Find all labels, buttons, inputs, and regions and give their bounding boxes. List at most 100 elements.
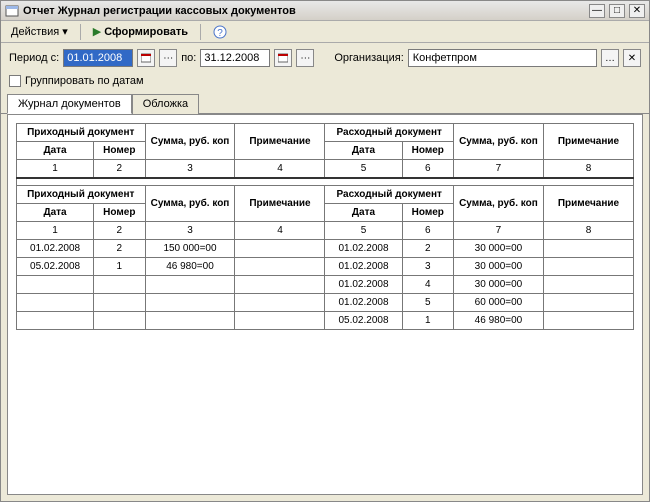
header-in-number: Номер bbox=[94, 142, 145, 160]
cell-out-num: 3 bbox=[402, 258, 453, 276]
colnum: 7 bbox=[453, 160, 543, 179]
filter-bar: Период с: ⋯ по: ⋯ Организация: … ✕ bbox=[1, 43, 649, 73]
header-outgoing-doc: Расходный документ bbox=[325, 124, 454, 142]
cell-in-num: 2 bbox=[94, 240, 145, 258]
org-label: Организация: bbox=[334, 52, 403, 64]
tab-bar: Журнал документов Обложка bbox=[1, 93, 649, 114]
header-in-date: Дата bbox=[17, 142, 94, 160]
table-row: 01.02.2008430 000=00 bbox=[17, 276, 634, 294]
group-by-dates-label: Группировать по датам bbox=[25, 75, 144, 87]
maximize-button[interactable]: □ bbox=[609, 4, 625, 18]
actions-label: Действия bbox=[11, 26, 59, 38]
cell-out-date: 01.02.2008 bbox=[325, 276, 402, 294]
chevron-down-icon: ▾ bbox=[62, 25, 68, 38]
colnum: 6 bbox=[402, 160, 453, 179]
cell-note2 bbox=[543, 240, 633, 258]
table-row: 05.02.2008146 980=00 01.02.2008330 000=00 bbox=[17, 258, 634, 276]
help-button[interactable]: ? bbox=[207, 23, 233, 41]
cell-in-date: 05.02.2008 bbox=[17, 258, 94, 276]
cell-out-sum: 30 000=00 bbox=[453, 258, 543, 276]
cell-out-date: 01.02.2008 bbox=[325, 294, 402, 312]
colnum: 5 bbox=[325, 160, 402, 179]
colnum: 1 bbox=[17, 160, 94, 179]
organization-input[interactable] bbox=[408, 49, 597, 67]
date-from-picker[interactable] bbox=[137, 49, 155, 67]
separator bbox=[200, 24, 201, 40]
cell-out-sum: 46 980=00 bbox=[453, 312, 543, 330]
cell-out-date: 01.02.2008 bbox=[325, 240, 402, 258]
date-from-input[interactable] bbox=[63, 49, 133, 67]
cell-out-sum: 60 000=00 bbox=[453, 294, 543, 312]
colnum: 5 bbox=[325, 222, 402, 240]
cell-note1 bbox=[235, 294, 325, 312]
play-icon: ▶ bbox=[93, 25, 101, 38]
close-button[interactable]: ✕ bbox=[629, 4, 645, 18]
header-amount-out2: Сумма, руб. коп bbox=[453, 186, 543, 222]
date-to-dropdown[interactable]: ⋯ bbox=[296, 49, 314, 67]
cell-out-date: 01.02.2008 bbox=[325, 258, 402, 276]
cell-out-sum: 30 000=00 bbox=[453, 276, 543, 294]
date-from-dropdown[interactable]: ⋯ bbox=[159, 49, 177, 67]
to-label: по: bbox=[181, 52, 196, 64]
cell-in-date bbox=[17, 294, 94, 312]
table-row: 01.02.20082150 000=0001.02.2008230 000=0… bbox=[17, 240, 634, 258]
cell-in-sum bbox=[145, 294, 235, 312]
actions-menu[interactable]: Действия ▾ bbox=[5, 23, 74, 40]
date-to-input[interactable] bbox=[200, 49, 270, 67]
cell-in-sum: 46 980=00 bbox=[145, 258, 235, 276]
cell-note1 bbox=[235, 312, 325, 330]
group-by-dates-checkbox[interactable] bbox=[9, 75, 21, 87]
tab-journal[interactable]: Журнал документов bbox=[7, 94, 132, 114]
cell-in-date bbox=[17, 312, 94, 330]
titlebar: Отчет Журнал регистрации кассовых докуме… bbox=[1, 1, 649, 21]
cell-note1 bbox=[235, 240, 325, 258]
header-out-date2: Дата bbox=[325, 204, 402, 222]
cell-note2 bbox=[543, 294, 633, 312]
header-out-number2: Номер bbox=[402, 204, 453, 222]
date-to-picker[interactable] bbox=[274, 49, 292, 67]
colnum: 1 bbox=[17, 222, 94, 240]
header-note-out: Примечание bbox=[543, 124, 633, 160]
app-icon bbox=[5, 4, 19, 18]
colnum: 4 bbox=[235, 160, 325, 179]
cell-out-num: 1 bbox=[402, 312, 453, 330]
tab-cover[interactable]: Обложка bbox=[132, 94, 199, 114]
cell-in-num: 1 bbox=[94, 258, 145, 276]
window-title: Отчет Журнал регистрации кассовых докуме… bbox=[23, 5, 585, 17]
cell-out-sum: 30 000=00 bbox=[453, 240, 543, 258]
header-out-number: Номер bbox=[402, 142, 453, 160]
report-area[interactable]: Приходный документ Сумма, руб. коп Приме… bbox=[7, 114, 643, 495]
report-table: Приходный документ Сумма, руб. коп Приме… bbox=[16, 123, 634, 330]
cell-note1 bbox=[235, 258, 325, 276]
cell-note1 bbox=[235, 276, 325, 294]
cell-out-date: 05.02.2008 bbox=[325, 312, 402, 330]
colnum: 8 bbox=[543, 222, 633, 240]
organization-picker[interactable]: … bbox=[601, 49, 619, 67]
form-button[interactable]: ▶ Сформировать bbox=[87, 23, 194, 40]
table-row: 01.02.2008560 000=00 bbox=[17, 294, 634, 312]
toolbar: Действия ▾ ▶ Сформировать ? bbox=[1, 21, 649, 43]
header-incoming-doc: Приходный документ bbox=[17, 124, 146, 142]
colnum: 2 bbox=[94, 222, 145, 240]
cell-in-num bbox=[94, 312, 145, 330]
header-amount-in: Сумма, руб. коп bbox=[145, 124, 235, 160]
cell-in-num bbox=[94, 276, 145, 294]
cell-out-num: 5 bbox=[402, 294, 453, 312]
colnum: 2 bbox=[94, 160, 145, 179]
cell-in-sum bbox=[145, 312, 235, 330]
header-incoming-doc2: Приходный документ bbox=[17, 186, 146, 204]
cell-out-num: 2 bbox=[402, 240, 453, 258]
table-row: 05.02.2008146 980=00 bbox=[17, 312, 634, 330]
organization-clear[interactable]: ✕ bbox=[623, 49, 641, 67]
colnum: 7 bbox=[453, 222, 543, 240]
header-in-date2: Дата bbox=[17, 204, 94, 222]
header-note-in: Примечание bbox=[235, 124, 325, 160]
colnum: 4 bbox=[235, 222, 325, 240]
minimize-button[interactable]: — bbox=[589, 4, 605, 18]
cell-in-date bbox=[17, 276, 94, 294]
cell-in-num bbox=[94, 294, 145, 312]
group-by-dates-row: Группировать по датам bbox=[1, 73, 649, 93]
cell-in-sum bbox=[145, 276, 235, 294]
separator bbox=[80, 24, 81, 40]
cell-note2 bbox=[543, 312, 633, 330]
